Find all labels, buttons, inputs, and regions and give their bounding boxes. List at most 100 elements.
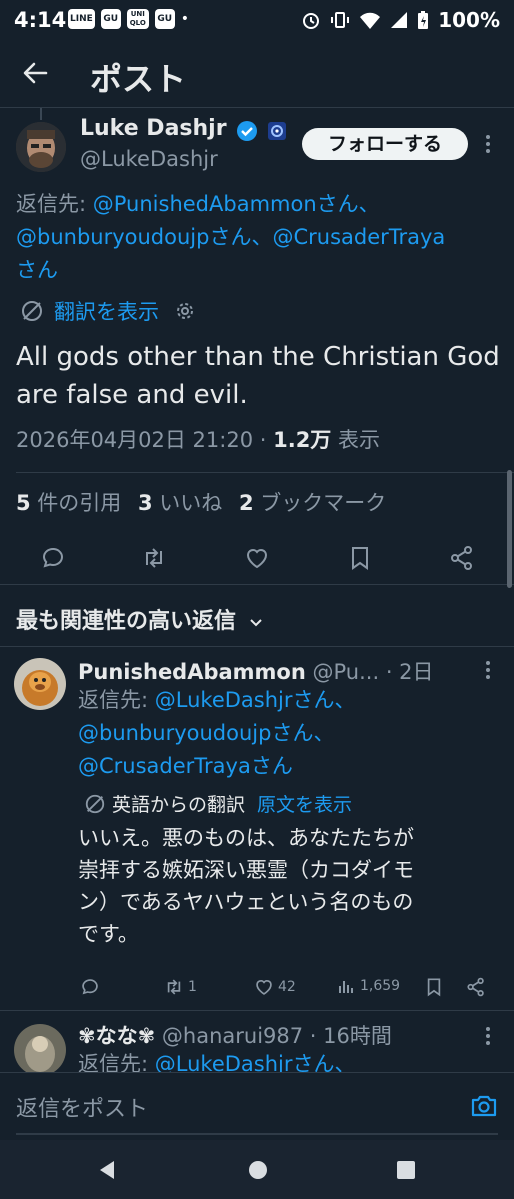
replying-to: 返信先: @PunishedAbammonさん、 @bunburyoudoujp… bbox=[16, 188, 514, 287]
reply-translation-row: 英語からの翻訳 原文を表示 bbox=[84, 790, 352, 817]
avatar-image bbox=[14, 1024, 66, 1076]
reply-more-icon[interactable] bbox=[478, 1026, 498, 1046]
reply-to-link-3[interactable]: さん bbox=[16, 258, 58, 282]
views-icon bbox=[339, 981, 353, 993]
reply-to-link-2[interactable]: @bunburyoudoujpさん、@CrusaderTraya bbox=[16, 225, 445, 249]
author-handle[interactable]: @LukeDashjr bbox=[80, 147, 218, 171]
reply-text-line: ン）であるヤハウェという名のもの bbox=[78, 890, 414, 914]
like-icon[interactable] bbox=[244, 545, 270, 571]
reply-text-line: 崇拝する嫉妬深い悪霊（カコダイモ bbox=[78, 858, 414, 882]
reply-to-prefix: 返信先: bbox=[16, 192, 93, 216]
reply-author-name[interactable]: ✾なな✾ bbox=[78, 1024, 155, 1048]
likes-count: 3 bbox=[138, 491, 153, 515]
reply-share-icon[interactable] bbox=[466, 977, 486, 997]
reply-compose-bar: 返信をポスト bbox=[0, 1072, 514, 1138]
reply-text: いいえ。悪のものは、あなたたちが 崇拝する嫉妬深い悪霊（カコダイモ ン）であるヤ… bbox=[78, 822, 414, 950]
translate-icon bbox=[85, 794, 105, 813]
reply-author-handle[interactable]: @hanarui987 bbox=[162, 1024, 303, 1048]
wifi-icon bbox=[360, 12, 381, 29]
status-app-icons: LINE GU UNI QLO GU • bbox=[68, 9, 189, 29]
reply-avatar[interactable] bbox=[14, 1024, 66, 1076]
avatar-image bbox=[16, 122, 66, 172]
gu-app-icon: GU bbox=[100, 9, 121, 29]
reply-avatar[interactable] bbox=[14, 658, 66, 710]
likes-label: いいね bbox=[152, 491, 223, 515]
back-arrow-icon[interactable] bbox=[20, 58, 50, 88]
quotes-stat[interactable]: 5 件の引用 bbox=[16, 491, 121, 515]
gear-icon[interactable] bbox=[175, 301, 195, 321]
reply-like-count: 42 bbox=[278, 979, 296, 995]
signal-icon bbox=[391, 12, 408, 28]
divider bbox=[16, 472, 514, 473]
compose-underline bbox=[16, 1133, 498, 1135]
reply-views-count: 1,659 bbox=[360, 978, 401, 994]
reply-bookmark-icon[interactable] bbox=[424, 977, 444, 997]
reply-header: PunishedAbammon @Pu... · 2日 bbox=[78, 656, 434, 686]
reply-author-handle[interactable]: @Pu... bbox=[313, 660, 380, 684]
share-icon[interactable] bbox=[449, 545, 475, 571]
author-name[interactable]: Luke Dashjr bbox=[80, 116, 227, 141]
author-avatar[interactable] bbox=[16, 122, 66, 172]
reply-author-name[interactable]: PunishedAbammon bbox=[78, 660, 306, 684]
reply-reply-action[interactable] bbox=[80, 977, 100, 997]
retweet-icon bbox=[167, 979, 181, 995]
divider bbox=[0, 584, 514, 585]
reply-replying-to: 返信先: @LukeDashjrさん、 @bunburyoudoujpさん、 @… bbox=[78, 684, 356, 783]
show-translation-link[interactable]: 翻訳を表示 bbox=[54, 296, 159, 326]
reply-to-link-1[interactable]: @LukeDashjrさん、 bbox=[155, 688, 356, 712]
nav-back-icon[interactable] bbox=[96, 1159, 118, 1181]
bookmarks-label: ブックマーク bbox=[253, 491, 387, 515]
scrollbar-thumb[interactable] bbox=[507, 470, 512, 588]
nav-recents-icon[interactable] bbox=[396, 1160, 416, 1180]
reply-icon[interactable] bbox=[40, 545, 66, 571]
quotes-label: 件の引用 bbox=[30, 491, 122, 515]
reply-to-link-1[interactable]: @PunishedAbammonさん、 bbox=[93, 192, 380, 216]
reply-more-icon[interactable] bbox=[478, 660, 498, 680]
bookmarks-count: 2 bbox=[239, 491, 254, 515]
tweet-meta: 2026年04月02日 21:20 · 1.2万 表示 bbox=[16, 424, 380, 454]
retweet-icon[interactable] bbox=[141, 545, 167, 571]
likes-stat[interactable]: 3 いいね bbox=[138, 491, 222, 515]
nav-home-icon[interactable] bbox=[247, 1159, 269, 1181]
tweet-timestamp[interactable]: 2026年04月02日 21:20 · bbox=[16, 428, 273, 452]
replies-sort-dropdown[interactable]: 最も関連性の高い返信 bbox=[16, 603, 264, 635]
bookmark-icon[interactable] bbox=[347, 545, 373, 571]
gu-app-icon-2: GU bbox=[154, 9, 175, 29]
reply-time[interactable]: · 2日 bbox=[379, 660, 434, 684]
battery-icon bbox=[418, 11, 429, 29]
thread-connector bbox=[40, 108, 42, 120]
verified-badge-icon bbox=[236, 120, 257, 141]
reply-text-line: です。 bbox=[78, 922, 139, 946]
replies-sort-label: 最も関連性の高い返信 bbox=[16, 609, 237, 634]
reply-time[interactable]: · 16時間 bbox=[303, 1024, 392, 1048]
vibrate-icon bbox=[331, 12, 350, 28]
tweet-views-count: 1.2万 bbox=[273, 428, 332, 452]
reply-header: ✾なな✾ @hanarui987 · 16時間 bbox=[78, 1020, 392, 1050]
system-nav-bar bbox=[0, 1140, 514, 1199]
more-options-icon[interactable] bbox=[478, 134, 498, 154]
reply-like-action[interactable]: 42 bbox=[254, 977, 296, 997]
translate-row: 翻訳を表示 bbox=[20, 296, 195, 326]
avatar-image bbox=[14, 658, 66, 710]
status-time: 4:14 bbox=[14, 8, 67, 32]
reply-views-action[interactable]: 1,659 bbox=[338, 977, 400, 995]
follow-button[interactable]: フォローする bbox=[302, 128, 468, 160]
reply-retweet-action[interactable]: 1 bbox=[164, 977, 197, 997]
line-app-icon: LINE bbox=[68, 9, 95, 29]
uniqlo-app-icon: UNI QLO bbox=[126, 9, 149, 29]
battery-percent: 100% bbox=[438, 8, 500, 32]
reply-to-link-2[interactable]: @bunburyoudoujpさん、 bbox=[78, 721, 334, 745]
page-title: ポスト bbox=[90, 60, 187, 98]
reply-compose-input[interactable]: 返信をポスト bbox=[16, 1091, 148, 1123]
status-dot: • bbox=[180, 11, 190, 27]
camera-icon[interactable] bbox=[470, 1093, 498, 1119]
tweet-actions bbox=[0, 538, 514, 578]
divider bbox=[0, 646, 514, 647]
bookmarks-stat[interactable]: 2 ブックマーク bbox=[239, 491, 386, 515]
status-right: 100% bbox=[301, 8, 500, 32]
show-original-link[interactable]: 原文を表示 bbox=[257, 790, 352, 817]
reply-to-link-3[interactable]: @CrusaderTrayaさん bbox=[78, 754, 293, 778]
alarm-icon bbox=[303, 13, 320, 29]
reply-icon bbox=[82, 979, 98, 995]
like-icon bbox=[256, 980, 272, 995]
